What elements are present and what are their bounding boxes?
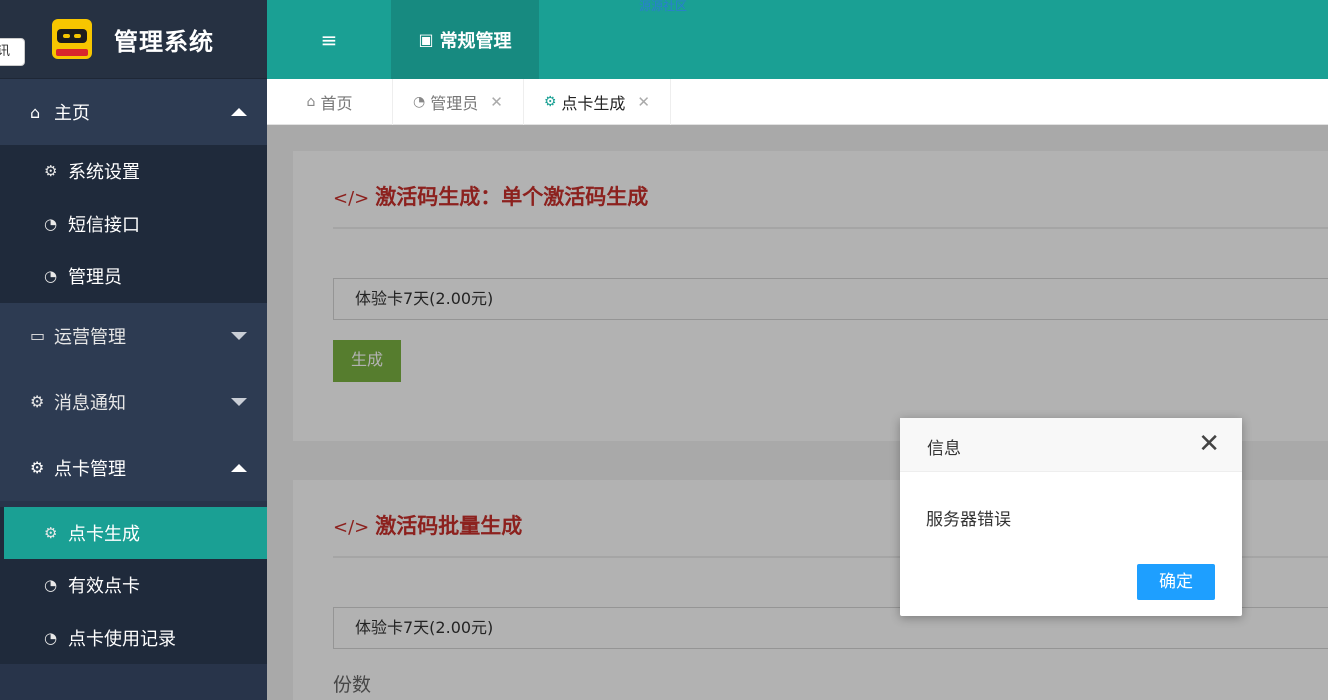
sidebar-item-label: 系统设置 bbox=[68, 162, 140, 184]
home-icon: ⌂ bbox=[30, 102, 41, 122]
caret-up-icon bbox=[231, 463, 247, 472]
sidebar-item-label: 有效点卡 bbox=[68, 576, 140, 598]
nav-group-ops-label: 运营管理 bbox=[54, 326, 126, 348]
ok-button[interactable]: 确定 bbox=[1137, 564, 1215, 600]
sidebar-item-system-settings[interactable]: ⚙ 系统设置 bbox=[0, 145, 267, 198]
close-icon[interactable]: ✕ bbox=[490, 93, 503, 111]
sidebar-item-card-usage[interactable]: ◔ 点卡使用记录 bbox=[0, 612, 267, 665]
nav-group-home[interactable]: ⌂ 主页 bbox=[0, 79, 267, 145]
gears-icon: ⚙ bbox=[44, 162, 58, 181]
dialog-header: 信息 ✕ bbox=[900, 418, 1242, 472]
dashboard-icon: ◔ bbox=[44, 214, 58, 233]
info-dialog: 信息 ✕ 服务器错误 确定 bbox=[900, 418, 1242, 616]
nav-group-card-label: 点卡管理 bbox=[54, 458, 126, 480]
caret-down-icon bbox=[231, 397, 247, 406]
close-icon[interactable]: ✕ bbox=[637, 93, 650, 111]
nav-group-ops[interactable]: ▭ 运营管理 bbox=[0, 302, 267, 369]
sidebar: 管理系统 讯 ⌂ 主页 ⚙ 系统设置 ◔ 短信接口 ◔ 管理员 ▭ 运营管理 ⚙… bbox=[0, 0, 267, 700]
sidebar-item-label: 点卡生成 bbox=[68, 523, 140, 545]
nav-group-notify[interactable]: ⚙ 消息通知 bbox=[0, 368, 267, 435]
home-icon: ⌂ bbox=[306, 94, 316, 110]
menu-toggle-button[interactable]: ≡ bbox=[267, 0, 391, 79]
gears-icon: ⚙ bbox=[44, 523, 58, 542]
nav-group-notify-label: 消息通知 bbox=[54, 392, 126, 414]
top-header: ≡ ▣ 常规管理 源源社区 bbox=[267, 0, 1328, 79]
dashboard-icon: ◔ bbox=[413, 94, 426, 110]
sidebar-item-sms[interactable]: ◔ 短信接口 bbox=[0, 198, 267, 251]
tab-card-generate[interactable]: ⚙ 点卡生成 ✕ bbox=[524, 79, 671, 125]
caret-down-icon bbox=[231, 331, 247, 340]
sidebar-item-admin[interactable]: ◔ 管理员 bbox=[0, 250, 267, 303]
tab-label: 管理员 bbox=[430, 94, 479, 113]
page-tabs: ⌂ 首页 ◔ 管理员 ✕ ⚙ 点卡生成 ✕ bbox=[267, 79, 1328, 125]
sidebar-item-label: 短信接口 bbox=[68, 214, 140, 236]
tooltip: 讯 bbox=[0, 38, 25, 66]
window-icon: ▭ bbox=[30, 326, 46, 345]
gears-icon: ⚙ bbox=[30, 458, 45, 477]
sidebar-item-label: 点卡使用记录 bbox=[68, 628, 176, 650]
dialog-title: 信息 bbox=[927, 439, 961, 459]
contact-card-icon: ▣ bbox=[418, 30, 434, 49]
tab-home[interactable]: ⌂ 首页 bbox=[267, 79, 393, 125]
sidebar-item-valid-cards[interactable]: ◔ 有效点卡 bbox=[0, 559, 267, 612]
caret-up-icon bbox=[231, 108, 247, 116]
dashboard-icon: ◔ bbox=[44, 628, 58, 647]
dashboard-icon: ◔ bbox=[44, 576, 58, 595]
dialog-message: 服务器错误 bbox=[926, 510, 1011, 530]
close-icon[interactable]: ✕ bbox=[1198, 430, 1220, 458]
gears-icon: ⚙ bbox=[543, 94, 557, 110]
tab-label: 点卡生成 bbox=[561, 94, 626, 113]
tab-admin[interactable]: ◔ 管理员 ✕ bbox=[393, 79, 524, 125]
sidebar-item-card-generate[interactable]: ⚙ 点卡生成 bbox=[4, 506, 267, 559]
nav-group-card[interactable]: ⚙ 点卡管理 bbox=[0, 434, 267, 501]
tab-general-management[interactable]: ▣ 常规管理 bbox=[391, 0, 539, 79]
sidebar-item-label: 管理员 bbox=[68, 267, 122, 289]
logo-icon bbox=[52, 19, 92, 59]
watermark: 源源社区 bbox=[639, 0, 688, 13]
tab-general-management-label: 常规管理 bbox=[439, 30, 512, 52]
tab-label: 首页 bbox=[320, 94, 353, 113]
gears-icon: ⚙ bbox=[30, 392, 45, 411]
menu-icon: ≡ bbox=[320, 27, 338, 52]
submenu-home: ⚙ 系统设置 ◔ 短信接口 ◔ 管理员 bbox=[0, 145, 267, 303]
app-title: 管理系统 bbox=[114, 27, 214, 56]
submenu-card: ⚙ 点卡生成 ◔ 有效点卡 ◔ 点卡使用记录 bbox=[0, 506, 267, 665]
logo-area: 管理系统 bbox=[0, 0, 267, 79]
dashboard-icon: ◔ bbox=[44, 267, 58, 286]
nav-group-home-label: 主页 bbox=[54, 103, 90, 124]
